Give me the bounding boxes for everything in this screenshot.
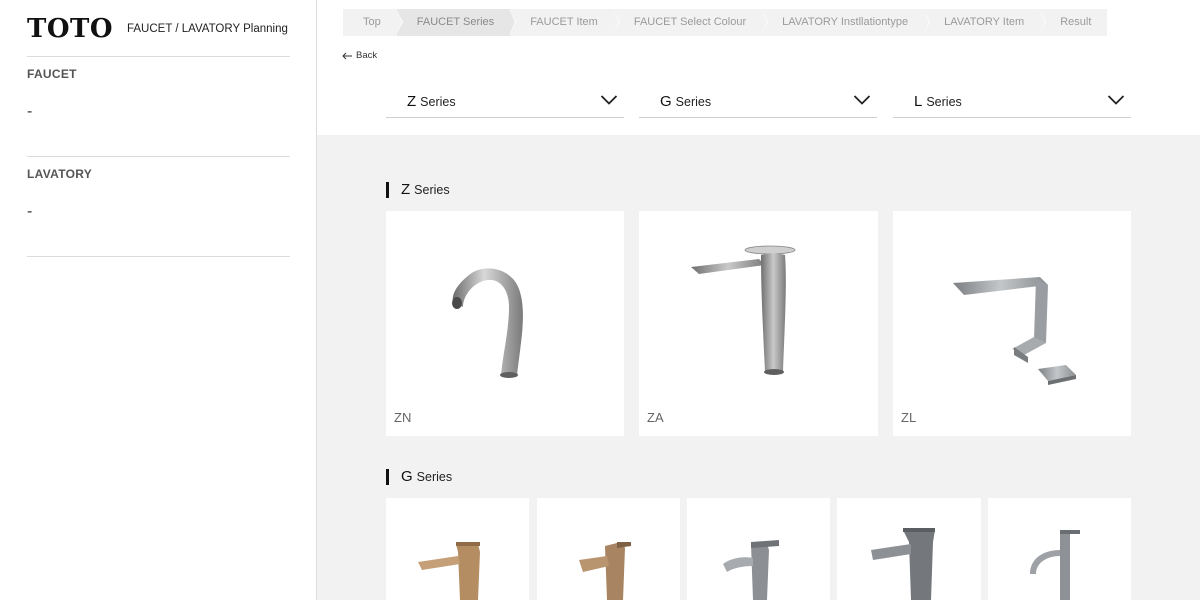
brand: TOTO FAUCET / LAVATORY Planning	[27, 14, 288, 44]
faucet-zl-image	[953, 277, 1076, 385]
breadcrumb-top[interactable]: Top	[343, 9, 403, 36]
faucet-g-bronze-2-image	[579, 542, 631, 600]
z-series-heading: Z Series	[386, 181, 450, 198]
divider	[27, 56, 290, 57]
product-code: ZL	[901, 410, 917, 425]
filter-header: Top FAUCET Series FAUCET Item FAUCET Sel…	[317, 0, 1200, 135]
divider	[27, 256, 290, 257]
product-card-g-5[interactable]	[988, 498, 1131, 600]
toto-logo[interactable]: TOTO	[27, 14, 113, 44]
lavatory-value: -	[27, 203, 33, 220]
select-word: Series	[420, 94, 456, 109]
chevron-down-icon	[853, 95, 871, 105]
faucet-value: -	[27, 103, 33, 120]
product-code: ZN	[394, 410, 412, 425]
product-card-zl[interactable]: ZL	[893, 211, 1131, 436]
heading-letter: G	[401, 468, 413, 485]
heading-bar	[386, 468, 389, 485]
app-subtitle: FAUCET / LAVATORY Planning	[127, 23, 288, 35]
faucet-g-chrome-2-image	[1030, 530, 1080, 600]
arrow-left-icon	[342, 52, 352, 59]
product-card-g-3[interactable]	[687, 498, 830, 600]
l-series-select[interactable]: L Series	[893, 86, 1131, 118]
breadcrumb-lavatory-installation-type[interactable]: LAVATORY Instllationtype	[762, 9, 931, 36]
g-series-heading: G Series	[386, 468, 452, 485]
heading-word: Series	[414, 182, 450, 197]
faucet-g-dark-image	[871, 528, 935, 600]
breadcrumb-faucet-item[interactable]: FAUCET Item	[510, 9, 620, 36]
chevron-down-icon	[1107, 95, 1125, 105]
breadcrumb-result[interactable]: Result	[1040, 9, 1108, 36]
heading-bar	[386, 181, 389, 198]
product-card-za[interactable]: ZA	[639, 211, 878, 436]
heading-letter: Z	[401, 181, 411, 198]
select-word: Series	[675, 94, 712, 109]
breadcrumb-lavatory-item[interactable]: LAVATORY Item	[924, 9, 1047, 36]
faucet-g-bronze-image	[418, 542, 480, 600]
breadcrumb-faucet-select-colour[interactable]: FAUCET Select Colour	[613, 9, 769, 36]
product-code: ZA	[647, 410, 664, 425]
faucet-za-image	[691, 245, 796, 375]
heading-word: Series	[416, 469, 453, 484]
product-card-g-4[interactable]	[837, 498, 981, 600]
breadcrumb: Top FAUCET Series FAUCET Item FAUCET Sel…	[343, 9, 1108, 36]
product-card-g-2[interactable]	[537, 498, 680, 600]
lavatory-label: LAVATORY	[27, 167, 93, 181]
divider	[27, 156, 290, 157]
select-letter: L	[914, 93, 923, 110]
main-content: Top FAUCET Series FAUCET Item FAUCET Sel…	[317, 0, 1200, 600]
faucet-zn-image	[452, 268, 523, 378]
faucet-label: FAUCET	[27, 67, 77, 81]
select-letter: G	[660, 93, 672, 110]
product-card-g-1[interactable]	[386, 498, 529, 600]
sidebar: TOTO FAUCET / LAVATORY Planning FAUCET -…	[0, 0, 317, 600]
z-series-select[interactable]: Z Series	[386, 86, 624, 118]
select-letter: Z	[407, 93, 417, 110]
select-word: Series	[926, 94, 962, 109]
back-label: Back	[356, 50, 378, 61]
back-link[interactable]: Back	[342, 50, 377, 61]
breadcrumb-faucet-series[interactable]: FAUCET Series	[396, 9, 517, 36]
chevron-down-icon	[600, 95, 618, 105]
faucet-g-chrome-image	[723, 540, 779, 600]
g-series-select[interactable]: G Series	[639, 86, 877, 118]
product-card-zn[interactable]: ZN	[386, 211, 624, 436]
